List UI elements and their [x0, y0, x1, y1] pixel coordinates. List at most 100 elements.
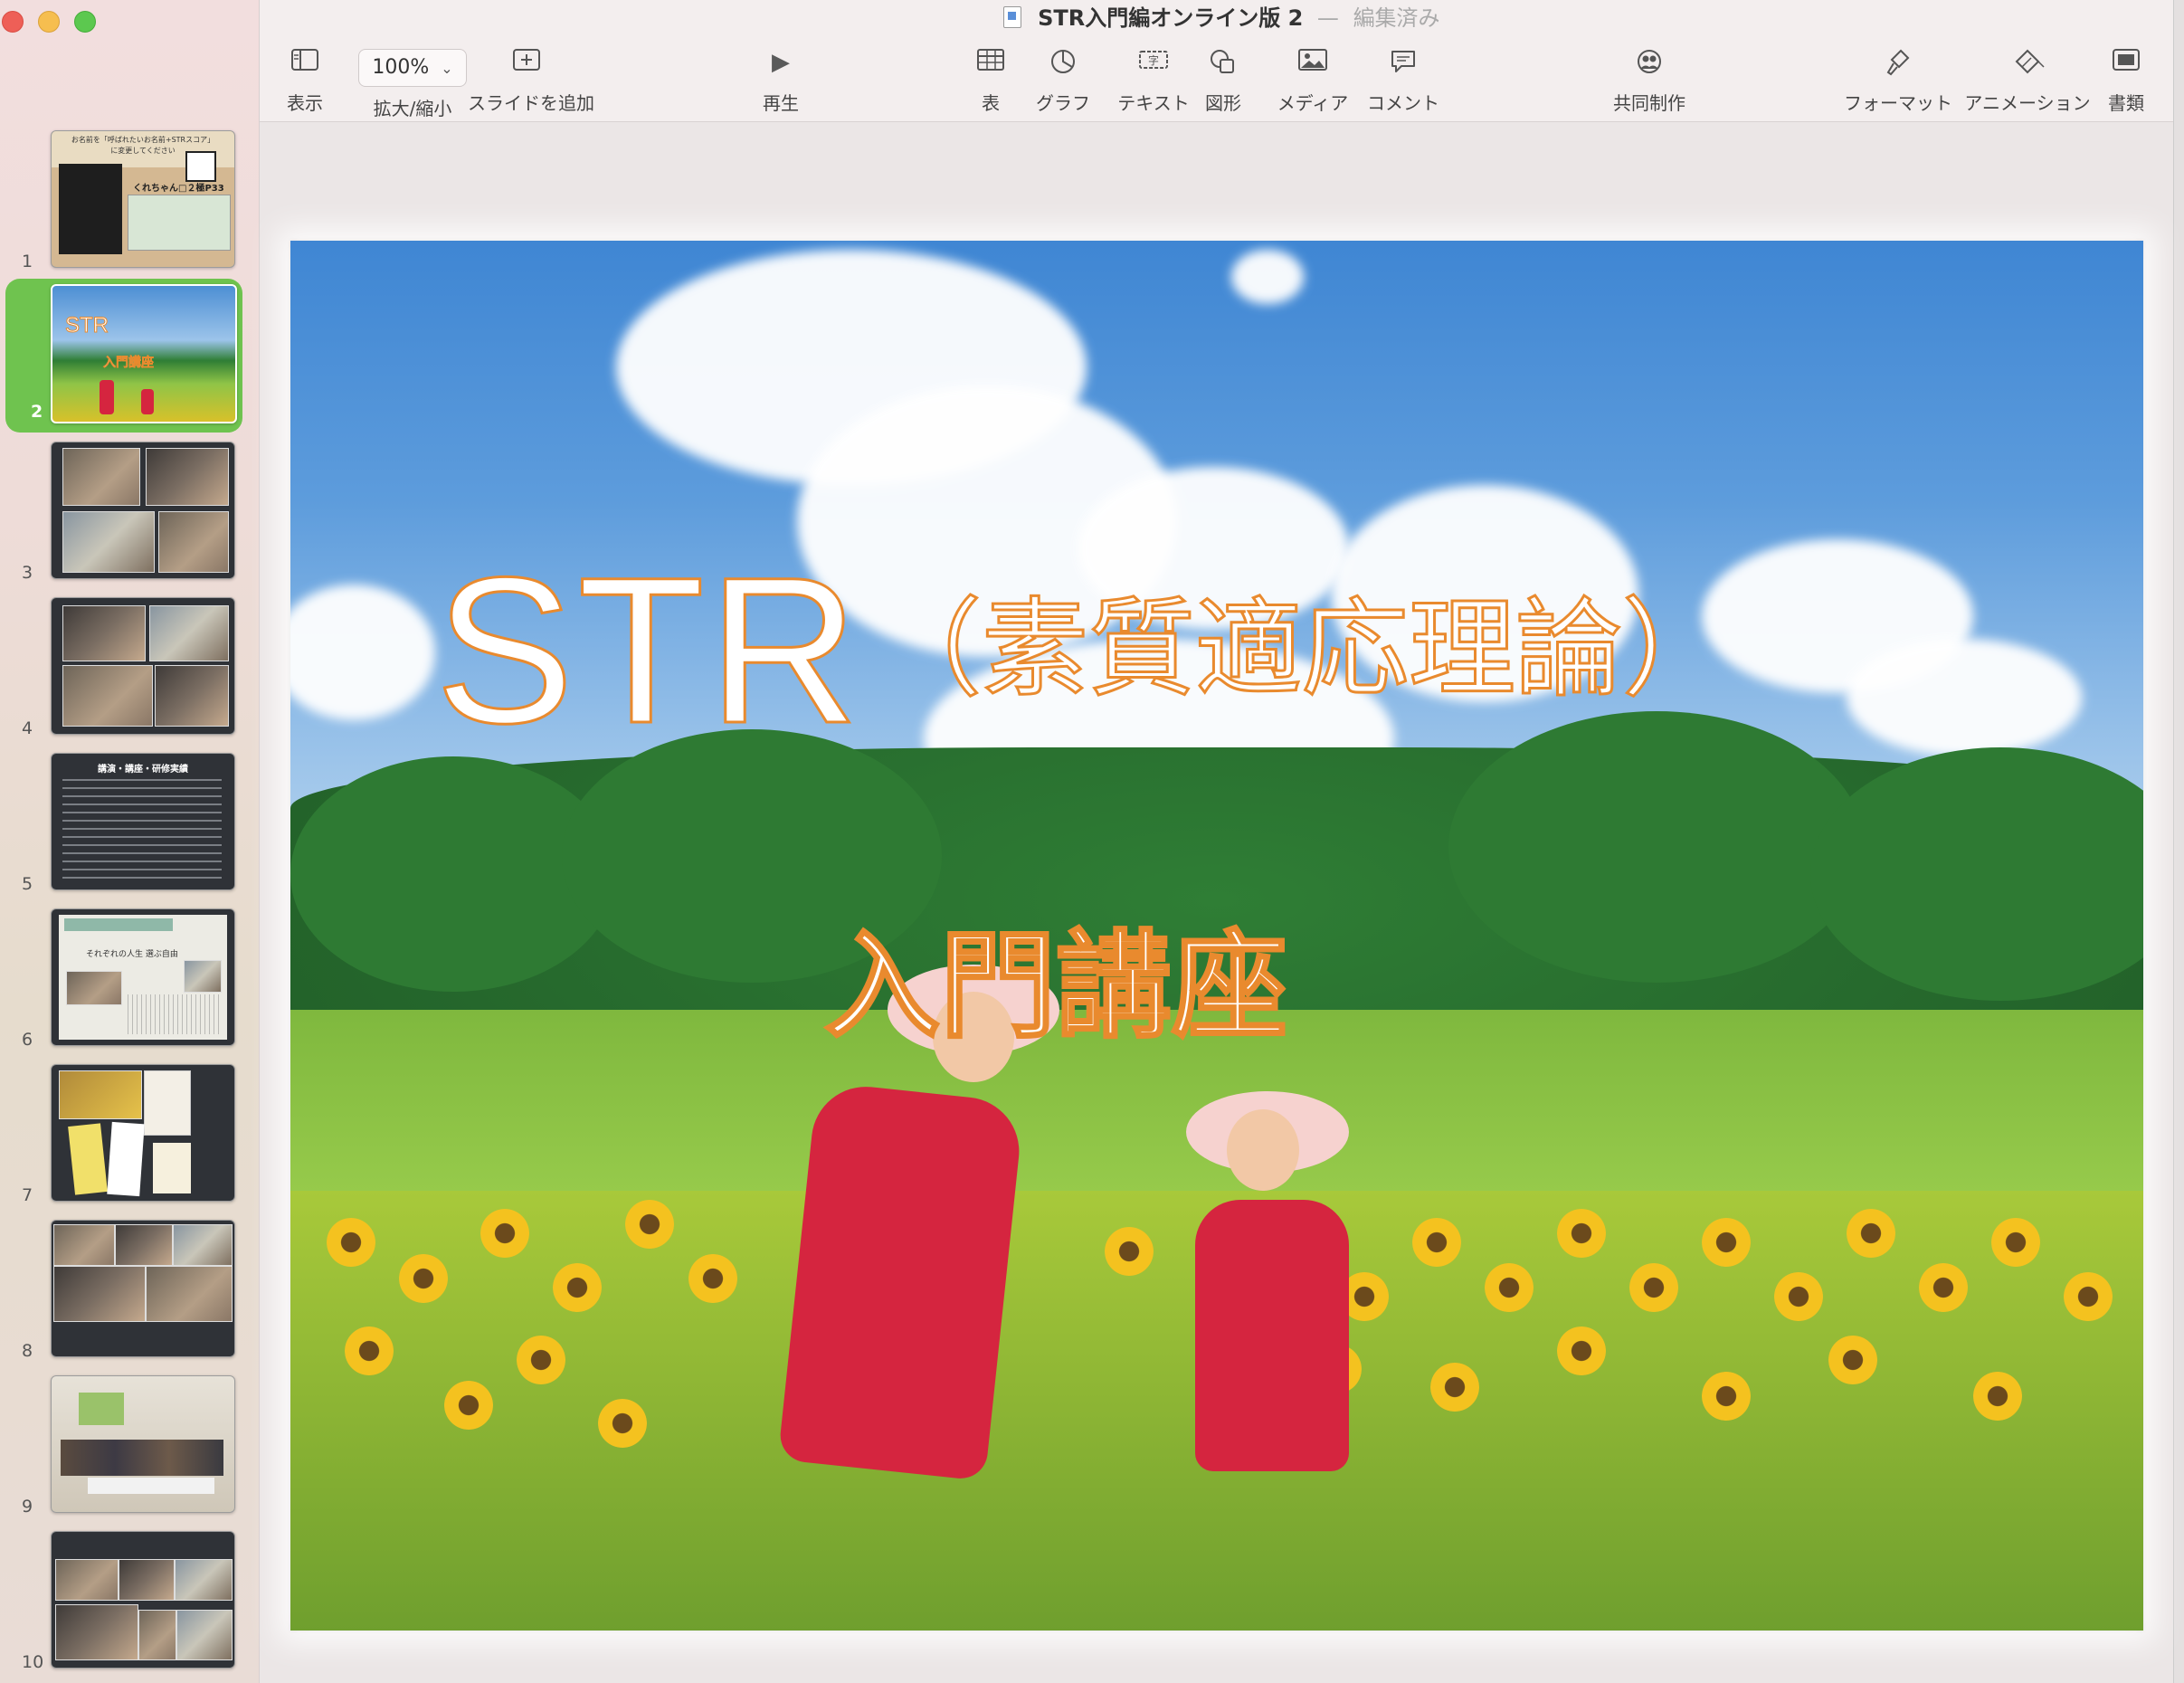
slide-thumbnail-image	[51, 597, 235, 735]
close-window-button[interactable]	[2, 11, 24, 33]
window-titlebar: STR入門編オンライン版 2 — 編集済み	[260, 0, 2184, 36]
play-button[interactable]: ▶ 再生	[746, 49, 815, 115]
table-label: 表	[982, 92, 1000, 114]
chart-button[interactable]: グラフ	[1029, 49, 1097, 115]
slide-number: 6	[22, 1030, 33, 1050]
diamond-icon	[1959, 49, 2096, 80]
slide-thumbnail-image	[51, 1531, 235, 1669]
slide-number: 3	[22, 563, 33, 583]
slide-thumbnail-image	[51, 1375, 235, 1513]
slide-number: 7	[22, 1185, 33, 1205]
sidebar-icon	[278, 49, 332, 80]
play-icon: ▶	[772, 49, 790, 76]
girl-dress	[1195, 1200, 1349, 1471]
slide-thumbnail-4[interactable]: 4	[0, 597, 259, 742]
table-icon	[965, 49, 1016, 80]
slide-thumbnail-image: お名前を「呼ばれたいお名前+STRスコア」 に変更してください くれちゃん□２極…	[51, 130, 235, 268]
slide-title[interactable]: STR （素質適応理論）	[434, 530, 1731, 770]
comment-icon	[1356, 49, 1450, 80]
slide-subtitle[interactable]: 入門講座	[822, 892, 1288, 1060]
document-label: 書類	[2108, 92, 2144, 114]
text-label: テキスト	[1117, 92, 1190, 114]
shape-icon	[1193, 49, 1253, 80]
slide-thumbnail-image	[51, 1064, 235, 1202]
paintbrush-icon	[1841, 49, 1955, 80]
slide-thumbnail-image: STR 入門講座	[51, 284, 237, 423]
document-status: 編集済み	[1353, 5, 1440, 31]
girl-dress	[777, 1081, 1025, 1481]
format-button[interactable]: フォーマット	[1841, 49, 1955, 115]
slide-number: 10	[22, 1652, 44, 1672]
zoom-window-button[interactable]	[74, 11, 96, 33]
format-label: フォーマット	[1844, 92, 1952, 114]
slide-number: 9	[22, 1497, 33, 1517]
shape-label: 図形	[1205, 92, 1241, 114]
document-title[interactable]: STR入門編オンライン版 2	[1038, 5, 1303, 31]
view-label: 表示	[287, 92, 323, 114]
slide-thumbnail-1[interactable]: お名前を「呼ばれたいお名前+STRスコア」 に変更してください くれちゃん□２極…	[0, 130, 259, 275]
current-slide[interactable]: STR （素質適応理論） 入門講座	[290, 241, 2143, 1631]
shape-button[interactable]: 図形	[1193, 49, 1253, 115]
slide-thumbnail-10[interactable]: 10	[0, 1531, 259, 1676]
thumb-text: 講演・講座・研修実績	[98, 765, 188, 775]
slide-thumbnail-8[interactable]: 8	[0, 1220, 259, 1364]
chevron-down-icon: ⌄	[441, 60, 453, 77]
comment-button[interactable]: コメント	[1356, 49, 1450, 115]
play-label: 再生	[763, 92, 799, 114]
add-slide-button[interactable]: スライドを追加	[468, 49, 594, 115]
slide-navigator: お名前を「呼ばれたいお名前+STRスコア」 に変更してください くれちゃん□２極…	[0, 0, 260, 1683]
slide-thumbnail-5[interactable]: 講演・講座・研修実績 5	[0, 753, 259, 898]
slide-thumbnail-image: 講演・講座・研修実績	[51, 753, 235, 890]
slide-thumbnail-6[interactable]: それぞれの人生 選ぶ自由 6	[0, 908, 259, 1053]
slide-number: 4	[22, 718, 33, 738]
thumb-text: くれちゃん□２極P33	[133, 184, 224, 194]
slide-thumbnail-9[interactable]: 9	[0, 1375, 259, 1520]
collaborate-label: 共同制作	[1613, 92, 1685, 114]
slide-thumbnail-image	[51, 1220, 235, 1357]
table-button[interactable]: 表	[965, 49, 1016, 115]
text-button[interactable]: 字 テキスト	[1110, 49, 1197, 115]
zoom-value: 100%	[372, 56, 430, 79]
collaborate-icon	[1604, 49, 1695, 80]
svg-text:字: 字	[1148, 53, 1159, 67]
slide-title-main: STR	[434, 533, 862, 768]
text-box-icon: 字	[1110, 49, 1197, 80]
minimize-window-button[interactable]	[38, 11, 60, 33]
keynote-document-icon	[1003, 6, 1022, 28]
slide-thumbnail-7[interactable]: 7	[0, 1064, 259, 1209]
thumb-text: 入門講座	[103, 356, 155, 371]
slide-thumbnail-image: それぞれの人生 選ぶ自由	[51, 908, 235, 1046]
slide-title-paren: （素質適応理論）	[873, 589, 1730, 711]
add-slide-label: スライドを追加	[468, 92, 594, 114]
pie-chart-icon	[1029, 49, 1097, 80]
cloud	[1847, 639, 2082, 756]
view-button[interactable]: 表示	[278, 49, 332, 115]
photo-icon	[1269, 49, 1356, 80]
media-label: メディア	[1277, 92, 1349, 114]
add-slide-icon	[468, 49, 585, 80]
slide-number: 5	[22, 874, 33, 894]
inspector-edge	[2173, 0, 2184, 1683]
media-button[interactable]: メディア	[1269, 49, 1356, 115]
document-button[interactable]: 書類	[2096, 49, 2156, 115]
chart-label: グラフ	[1036, 92, 1090, 114]
slide-thumbnail-3[interactable]: 3	[0, 442, 259, 586]
thumb-text: STR	[65, 313, 109, 338]
slide-thumbnail-2[interactable]: STR 入門講座 2	[0, 279, 259, 433]
comment-label: コメント	[1367, 92, 1439, 114]
toolbar: 表示 100% ⌄ 拡大/縮小 スライドを追加 ▶ 再生 表 グラフ 字 テキス…	[260, 36, 2184, 122]
zoom-dropdown[interactable]: 100% ⌄	[358, 49, 467, 87]
slide-number: 8	[22, 1341, 33, 1361]
collaborate-button[interactable]: 共同制作	[1604, 49, 1695, 115]
thumb-text: それぞれの人生 選ぶ自由	[86, 950, 178, 959]
slide-thumbnail-image	[51, 442, 235, 579]
cloud	[1231, 250, 1304, 304]
zoom-control[interactable]: 100% ⌄ 拡大/縮小	[336, 49, 489, 120]
thumb-text: お名前を「呼ばれたいお名前+STRスコア」	[71, 136, 215, 144]
zoom-label: 拡大/縮小	[373, 98, 452, 119]
animate-label: アニメーション	[1964, 92, 2091, 114]
document-inspector-icon	[2096, 49, 2156, 80]
animate-button[interactable]: アニメーション	[1959, 49, 2096, 115]
slide-number: 2	[31, 402, 43, 422]
slide-number: 1	[22, 252, 33, 271]
